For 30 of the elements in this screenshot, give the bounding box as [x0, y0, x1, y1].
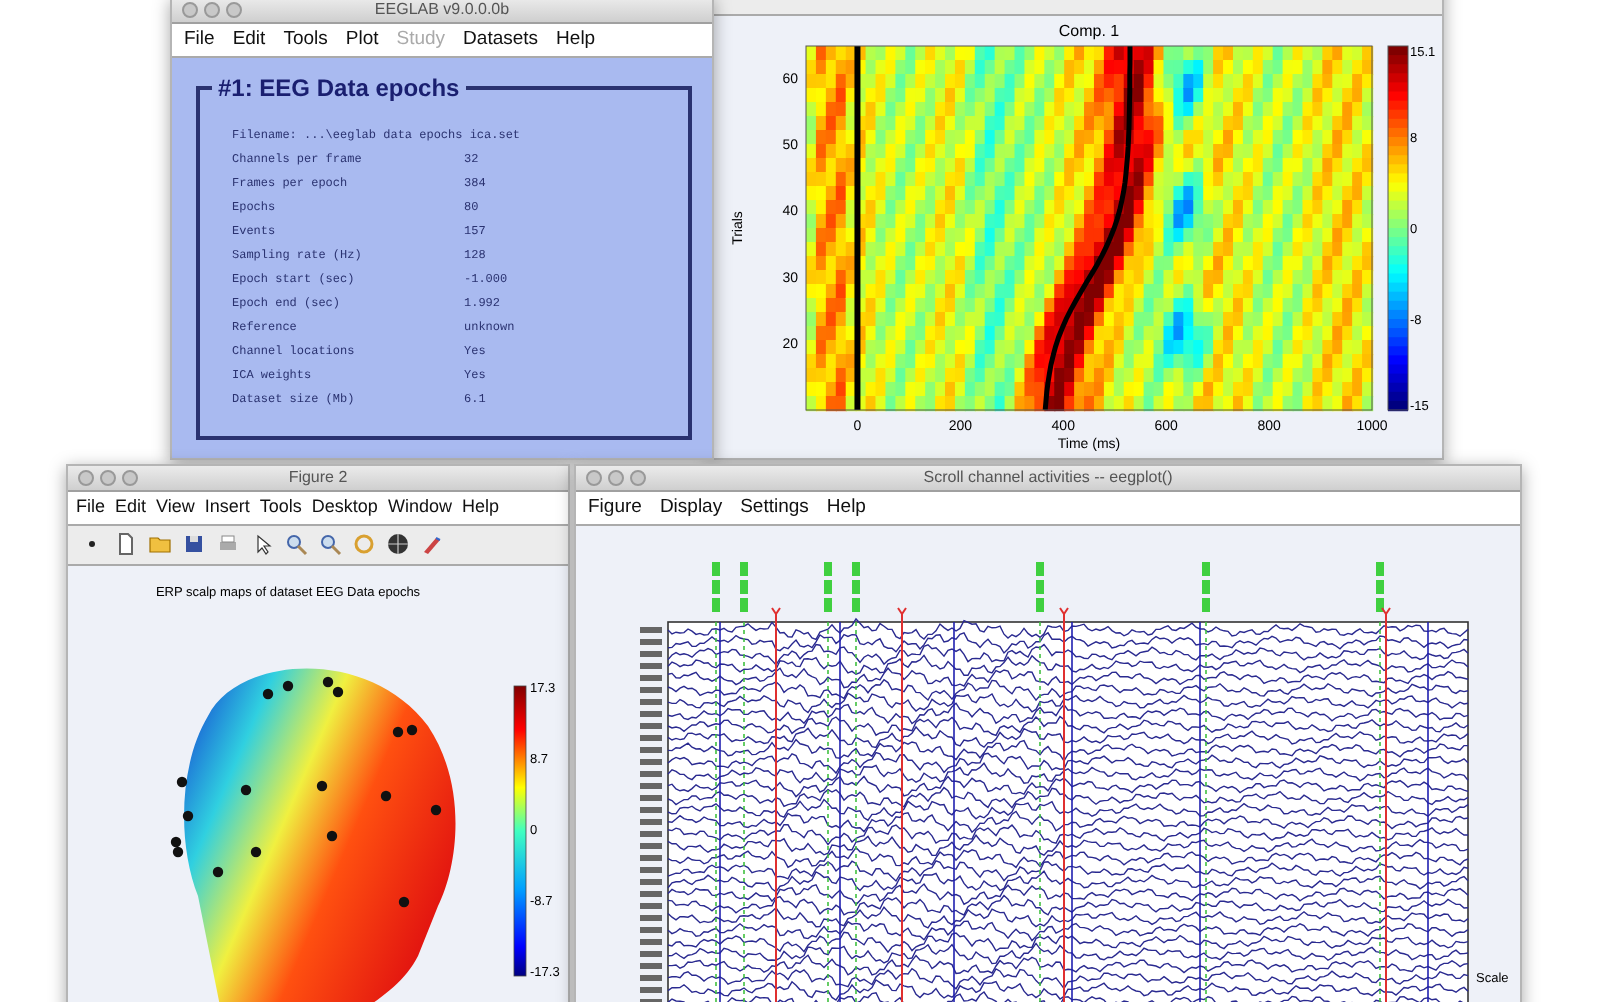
menu-item[interactable]: Help — [461, 494, 499, 521]
menu-item[interactable]: File — [76, 494, 106, 521]
menu-item[interactable]: Edit — [115, 494, 147, 521]
brush-icon[interactable] — [420, 532, 444, 556]
globe-icon[interactable] — [386, 532, 410, 556]
window-title: EEGLAB v9.0.0.0b — [374, 2, 510, 18]
menu-item[interactable]: Plot — [345, 26, 379, 55]
menu-item[interactable]: Tools — [259, 494, 302, 521]
menu-item[interactable]: Display — [659, 494, 723, 523]
zoom-out-icon[interactable] — [318, 532, 342, 556]
menu-item[interactable]: Window — [387, 494, 452, 521]
menu-item[interactable]: Settings — [740, 494, 809, 523]
window-title: Scroll channel activities -- eegplot() — [923, 470, 1173, 486]
menu-item[interactable]: View — [156, 494, 195, 521]
menu-item[interactable]: Help — [556, 26, 596, 55]
menu-item[interactable]: Datasets — [463, 26, 539, 55]
zoom-in-icon[interactable] — [284, 532, 308, 556]
menu-item[interactable]: Edit — [232, 26, 266, 55]
menu-item[interactable]: Help — [826, 494, 866, 523]
window-title: Figure 2 — [288, 470, 348, 486]
rotate-icon[interactable] — [352, 532, 376, 556]
menu-item[interactable]: Desktop — [311, 494, 378, 521]
menu-item[interactable]: Figure — [588, 494, 642, 523]
menu-item[interactable]: Insert — [204, 494, 250, 521]
document-icon[interactable] — [114, 532, 138, 556]
menu-item[interactable]: Tools — [283, 26, 328, 55]
folder-icon[interactable] — [148, 532, 172, 556]
printer-icon[interactable] — [216, 532, 240, 556]
plot-title: Comp. 1 — [1058, 22, 1120, 40]
menu-item[interactable]: File — [184, 26, 215, 55]
